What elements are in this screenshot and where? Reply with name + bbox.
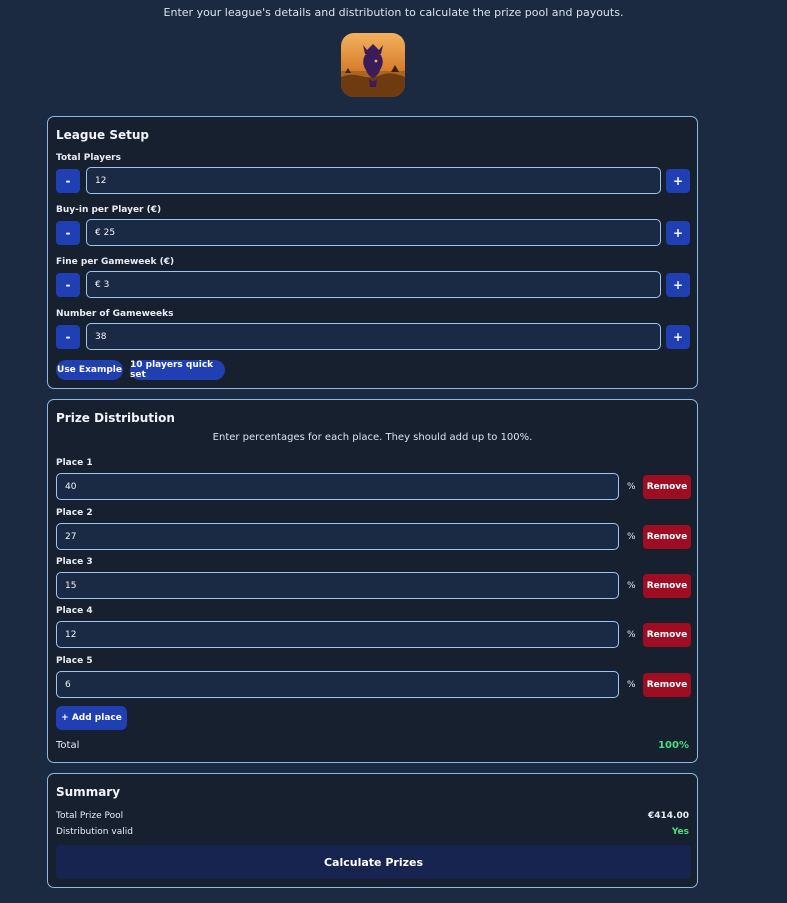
percent-symbol: % [627,532,636,542]
premier-league-lion-logo-icon [341,33,405,97]
remove-place-button[interactable]: Remove [643,525,691,549]
place-percent-input[interactable]: 27 [56,523,619,550]
place-label: Place 2 [56,508,93,518]
buy-in-decrement-button[interactable]: - [56,221,80,245]
buy-in-label: Buy-in per Player (€) [56,205,162,215]
percent-symbol: % [627,581,636,591]
add-place-button[interactable]: + Add place [56,706,127,730]
place-label: Place 5 [56,656,93,666]
remove-place-button[interactable]: Remove [643,475,691,499]
gameweeks-increment-button[interactable]: + [666,325,690,349]
place-percent-input[interactable]: 15 [56,572,619,599]
fine-decrement-button[interactable]: - [56,273,80,297]
prize-distribution-description: Enter percentages for each place. They s… [212,432,533,443]
distribution-valid-value: Yes [671,827,689,837]
fine-increment-button[interactable]: + [666,273,690,297]
total-players-label: Total Players [56,153,121,163]
gameweeks-input[interactable]: 38 [86,323,661,350]
percent-symbol: % [627,482,636,492]
prize-distribution-card: Prize Distribution Enter percentages for… [47,399,698,763]
gameweeks-decrement-button[interactable]: - [56,325,80,349]
total-players-increment-button[interactable]: + [666,169,690,193]
remove-place-button[interactable]: Remove [643,574,691,598]
calculate-prizes-button[interactable]: Calculate Prizes [56,845,691,879]
total-percent-value: 100% [658,740,689,751]
use-example-button[interactable]: Use Example [56,360,123,380]
place-percent-input[interactable]: 12 [56,621,619,648]
prize-pool-label: Total Prize Pool [56,811,124,821]
league-setup-title: League Setup [56,128,149,142]
fine-label: Fine per Gameweek (€) [56,257,175,267]
page-subtitle: Enter your league's details and distribu… [163,6,624,19]
percent-symbol: % [627,680,636,690]
summary-card: Summary Total Prize Pool €414.00 Distrib… [47,773,698,888]
place-percent-input[interactable]: 6 [56,671,619,698]
summary-title: Summary [56,785,121,799]
fine-input[interactable]: € 3 [86,271,661,298]
place-percent-input[interactable]: 40 [56,473,619,500]
total-players-decrement-button[interactable]: - [56,169,80,193]
distribution-valid-label: Distribution valid [56,827,133,837]
buy-in-input[interactable]: € 25 [86,219,661,246]
buy-in-increment-button[interactable]: + [666,221,690,245]
total-label: Total [56,740,80,751]
place-label: Place 1 [56,458,93,468]
percent-symbol: % [627,630,636,640]
prize-pool-value: €414.00 [648,811,689,821]
place-label: Place 4 [56,606,93,616]
ten-players-quick-set-button[interactable]: 10 players quick set [130,360,225,380]
league-setup-card: League Setup Total Players - 12 + Buy-in… [47,116,698,389]
gameweeks-label: Number of Gameweeks [56,309,174,319]
total-players-input[interactable]: 12 [86,167,661,194]
remove-place-button[interactable]: Remove [643,623,691,647]
prize-distribution-title: Prize Distribution [56,411,175,425]
place-label: Place 3 [56,557,93,567]
remove-place-button[interactable]: Remove [643,673,691,697]
